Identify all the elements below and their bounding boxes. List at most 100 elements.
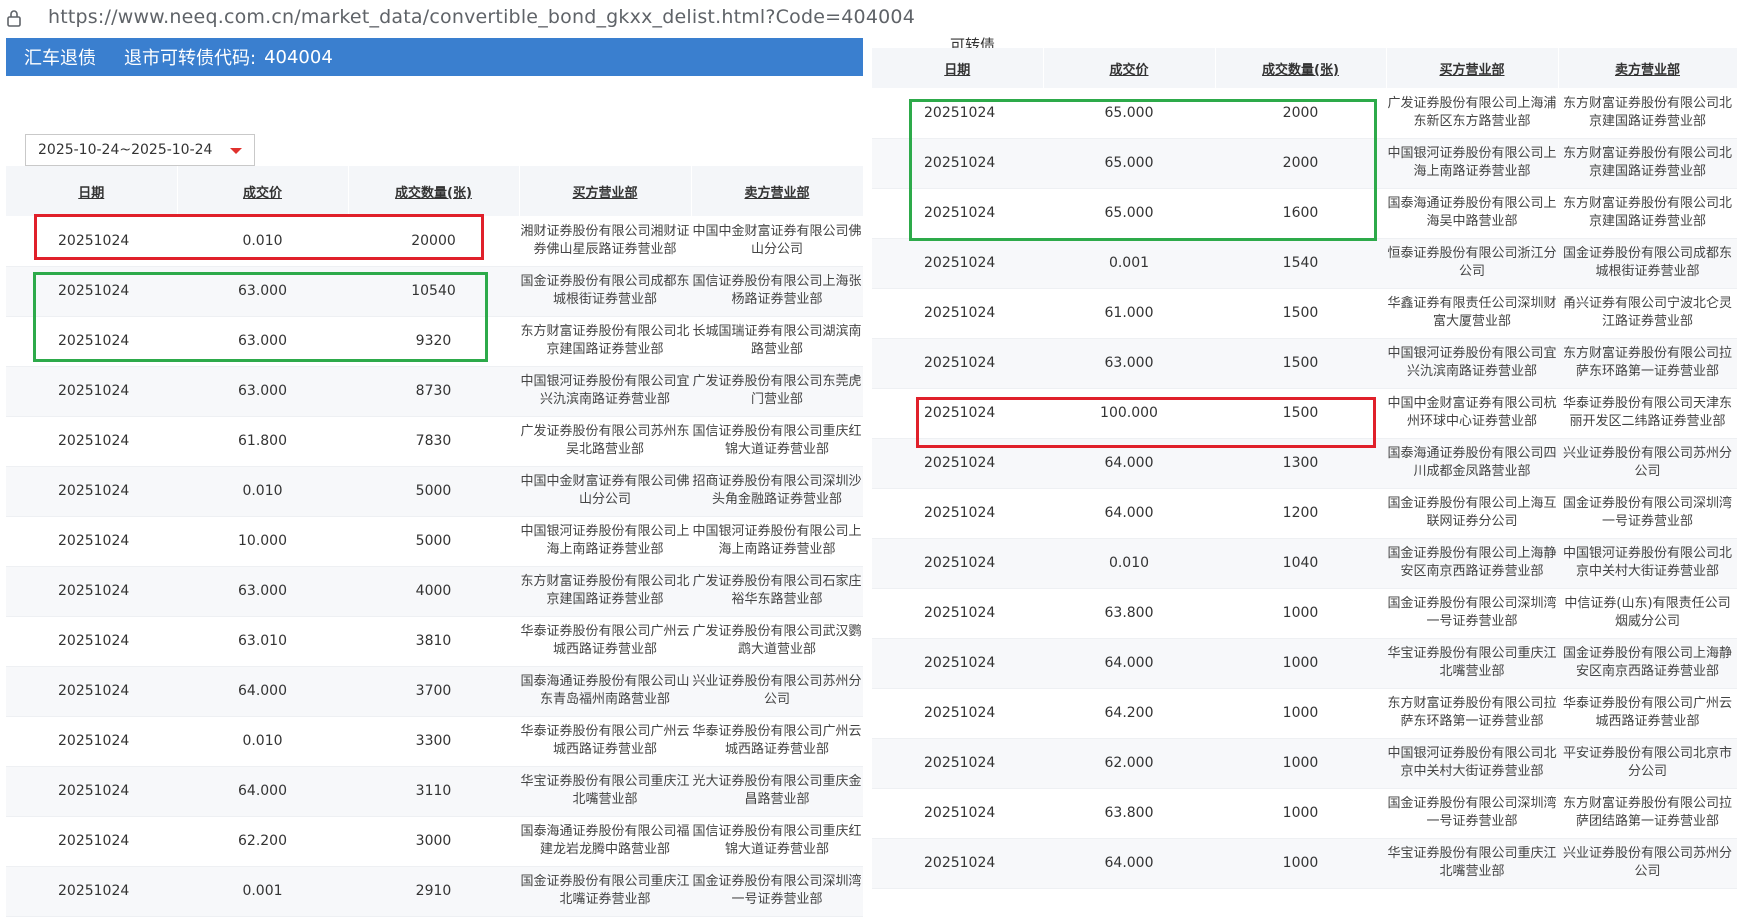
cell-price: 63.000 bbox=[1043, 338, 1215, 389]
cell-buyer: 中国中金财富证券有限公司杭州环球中心证券营业部 bbox=[1386, 388, 1558, 439]
table-row: 20251024 0.010 1040 国金证券股份有限公司上海静安区南京西路证券营业… bbox=[872, 538, 1737, 589]
cell-buyer: 广发证券股份有限公司上海浦东新区东方路营业部 bbox=[1386, 88, 1558, 139]
col-price[interactable]: 成交价 bbox=[177, 166, 349, 216]
cell-price: 64.000 bbox=[1043, 838, 1215, 889]
cell-date: 20251024 bbox=[6, 866, 177, 917]
cell-seller: 兴业证券股份有限公司苏州分公司 bbox=[1558, 438, 1737, 489]
cell-date: 20251024 bbox=[872, 88, 1043, 139]
cell-date: 20251024 bbox=[6, 366, 177, 417]
table-row: 20251024 64.000 3110 华宝证券股份有限公司重庆江北嘴营业部 光大证券… bbox=[6, 766, 863, 817]
table-row: 20251024 64.000 1000 华宝证券股份有限公司重庆江北嘴营业部 国金证券… bbox=[872, 638, 1737, 689]
cell-date: 20251024 bbox=[6, 416, 177, 467]
cell-date: 20251024 bbox=[872, 638, 1043, 689]
table-row: 20251024 64.200 1000 东方财富证券股份有限公司拉萨东环路第一证券营… bbox=[872, 688, 1737, 739]
cell-seller: 东方财富证券股份有限公司拉萨东环路第一证券营业部 bbox=[1558, 338, 1737, 389]
cell-qty: 1540 bbox=[1215, 238, 1386, 289]
col-buyer[interactable]: 买方营业部 bbox=[1386, 48, 1559, 88]
col-buyer[interactable]: 买方营业部 bbox=[519, 166, 692, 216]
table-row: 20251024 62.200 3000 国泰海通证券股份有限公司福建龙岩龙腾中路营业… bbox=[6, 816, 863, 867]
cell-seller: 甬兴证券有限公司宁波北仑灵江路证券营业部 bbox=[1558, 288, 1737, 339]
cell-qty: 1000 bbox=[1215, 688, 1386, 739]
cell-seller: 广发证券股份有限公司石家庄裕华东路营业部 bbox=[691, 566, 863, 617]
table-row: 20251024 0.001 1540 恒泰证券股份有限公司浙江分公司 国金证券股份有限… bbox=[872, 238, 1737, 289]
cell-date: 20251024 bbox=[872, 688, 1043, 739]
cell-date: 20251024 bbox=[6, 216, 177, 267]
cell-buyer: 国金证券股份有限公司重庆江北嘴证券营业部 bbox=[519, 866, 691, 917]
cell-buyer: 华宝证券股份有限公司重庆江北嘴营业部 bbox=[1386, 638, 1558, 689]
cell-qty: 1000 bbox=[1215, 638, 1386, 689]
cell-price: 64.000 bbox=[1043, 638, 1215, 689]
lock-icon bbox=[7, 10, 21, 27]
cell-buyer: 中国银河证券股份有限公司上海上南路证券营业部 bbox=[1386, 138, 1558, 189]
cell-seller: 华泰证券股份有限公司广州云城西路证券营业部 bbox=[691, 716, 863, 767]
col-price[interactable]: 成交价 bbox=[1043, 48, 1216, 88]
cell-date: 20251024 bbox=[872, 188, 1043, 239]
cell-qty: 1300 bbox=[1215, 438, 1386, 489]
cell-buyer: 国泰海通证券股份有限公司福建龙岩龙腾中路营业部 bbox=[519, 816, 691, 867]
cell-buyer: 中国中金财富证券有限公司佛山分公司 bbox=[519, 466, 691, 517]
address-bar[interactable]: https://www.neeq.com.cn/market_data/conv… bbox=[0, 0, 1737, 36]
left-trade-table: 日期 成交价 成交数量(张) 买方营业部 卖方营业部 20251024 0.010… bbox=[6, 166, 864, 917]
table-row: 20251024 0.001 2910 国金证券股份有限公司重庆江北嘴证券营业部 国金证… bbox=[6, 866, 863, 917]
cell-buyer: 华鑫证券有限责任公司深圳财富大厦营业部 bbox=[1386, 288, 1558, 339]
cell-price: 65.000 bbox=[1043, 88, 1215, 139]
cell-buyer: 中国银河证券股份有限公司宜兴氿滨南路证券营业部 bbox=[519, 366, 691, 417]
cell-seller: 兴业证券股份有限公司苏州分公司 bbox=[691, 666, 863, 717]
cell-price: 62.000 bbox=[1043, 738, 1215, 789]
table-row: 20251024 65.000 2000 广发证券股份有限公司上海浦东新区东方路营业部… bbox=[872, 88, 1737, 139]
col-seller[interactable]: 卖方营业部 bbox=[691, 166, 864, 216]
cell-qty: 1000 bbox=[1215, 838, 1386, 889]
col-qty[interactable]: 成交数量(张) bbox=[1215, 48, 1387, 88]
cell-price: 63.000 bbox=[177, 266, 348, 317]
cell-price: 61.800 bbox=[177, 416, 348, 467]
cell-buyer: 华泰证券股份有限公司广州云城西路证券营业部 bbox=[519, 616, 691, 667]
cell-buyer: 华宝证券股份有限公司重庆江北嘴营业部 bbox=[519, 766, 691, 817]
cell-date: 20251024 bbox=[872, 238, 1043, 289]
cell-qty: 1040 bbox=[1215, 538, 1386, 589]
cell-seller: 东方财富证券股份有限公司北京建国路证券营业部 bbox=[1558, 138, 1737, 189]
table-row: 20251024 63.800 1000 国金证券股份有限公司深圳湾一号证券营业部 东方… bbox=[872, 788, 1737, 839]
cell-buyer: 国金证券股份有限公司深圳湾一号证券营业部 bbox=[1386, 588, 1558, 639]
cell-seller: 国金证券股份有限公司深圳湾一号证券营业部 bbox=[691, 866, 863, 917]
cell-date: 20251024 bbox=[6, 816, 177, 867]
cell-price: 10.000 bbox=[177, 516, 348, 567]
table-row: 20251024 0.010 3300 华泰证券股份有限公司广州云城西路证券营业部 华泰… bbox=[6, 716, 863, 767]
col-seller[interactable]: 卖方营业部 bbox=[1558, 48, 1737, 88]
col-qty[interactable]: 成交数量(张) bbox=[348, 166, 520, 216]
table-header-row: 日期 成交价 成交数量(张) 买方营业部 卖方营业部 bbox=[872, 48, 1737, 88]
cell-qty: 1000 bbox=[1215, 738, 1386, 789]
cell-price: 63.000 bbox=[177, 316, 348, 367]
col-date[interactable]: 日期 bbox=[6, 166, 178, 216]
cell-seller: 长城国瑞证券有限公司湖滨南路营业部 bbox=[691, 316, 863, 367]
cell-price: 61.000 bbox=[1043, 288, 1215, 339]
date-range-select[interactable]: 2025-10-24~2025-10-24 bbox=[25, 134, 255, 166]
cell-buyer: 恒泰证券股份有限公司浙江分公司 bbox=[1386, 238, 1558, 289]
cell-date: 20251024 bbox=[872, 288, 1043, 339]
cell-price: 64.000 bbox=[1043, 488, 1215, 539]
table-row: 20251024 63.000 1500 中国银河证券股份有限公司宜兴氿滨南路证券营业… bbox=[872, 338, 1737, 389]
cell-seller: 兴业证券股份有限公司苏州分公司 bbox=[1558, 838, 1737, 889]
cell-qty: 3110 bbox=[348, 766, 519, 817]
cell-price: 0.010 bbox=[177, 466, 348, 517]
url-text[interactable]: https://www.neeq.com.cn/market_data/conv… bbox=[48, 6, 915, 28]
left-panel: 汇车退债 退市可转债代码: 404004 2025-10-24~2025-10-… bbox=[6, 38, 864, 917]
chevron-down-icon[interactable] bbox=[230, 148, 242, 154]
cell-buyer: 华宝证券股份有限公司重庆江北嘴营业部 bbox=[1386, 838, 1558, 889]
cell-qty: 1500 bbox=[1215, 288, 1386, 339]
cell-qty: 1000 bbox=[1215, 788, 1386, 839]
cell-qty: 1500 bbox=[1215, 338, 1386, 389]
cell-seller: 国金证券股份有限公司上海静安区南京西路证券营业部 bbox=[1558, 638, 1737, 689]
cell-qty: 5000 bbox=[348, 466, 519, 517]
bond-name: 汇车退债 bbox=[24, 48, 96, 69]
cell-qty: 9320 bbox=[348, 316, 519, 367]
table-row: 20251024 0.010 20000 湘财证券股份有限公司湘财证券佛山星辰路证券营… bbox=[6, 216, 863, 267]
cell-seller: 中国银河证券股份有限公司北京中关村大街证券营业部 bbox=[1558, 538, 1737, 589]
cell-date: 20251024 bbox=[872, 538, 1043, 589]
cell-date: 20251024 bbox=[6, 716, 177, 767]
cell-seller: 中国中金财富证券有限公司佛山分公司 bbox=[691, 216, 863, 267]
cell-price: 63.800 bbox=[1043, 788, 1215, 839]
code-value: 404004 bbox=[264, 46, 333, 68]
bond-header: 汇车退债 退市可转债代码: 404004 bbox=[6, 38, 863, 76]
table-row: 20251024 63.010 3810 华泰证券股份有限公司广州云城西路证券营业部广… bbox=[6, 616, 863, 667]
col-date[interactable]: 日期 bbox=[872, 48, 1044, 88]
